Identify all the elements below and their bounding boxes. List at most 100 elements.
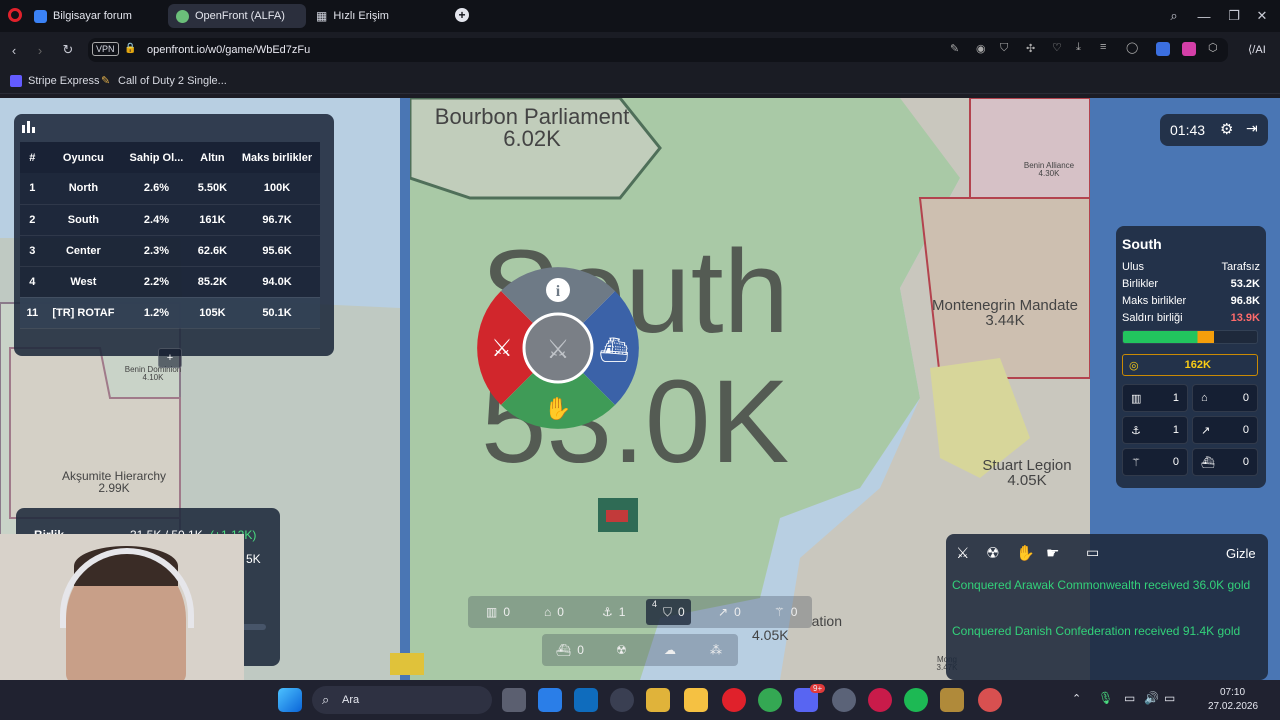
filter-attack-icon[interactable]: ⚔ bbox=[956, 544, 969, 562]
clock-date[interactable]: 27.02.2026 bbox=[1208, 701, 1258, 712]
reload-icon[interactable]: ↻ bbox=[58, 40, 78, 60]
extensions-icon[interactable]: ✣ bbox=[1026, 42, 1035, 55]
opera-icon[interactable] bbox=[722, 688, 746, 712]
mirv-icon: ⁂ bbox=[710, 643, 722, 657]
shield-icon[interactable]: ⛉ bbox=[1000, 42, 1008, 55]
camera-icon[interactable]: ◉ bbox=[976, 42, 986, 55]
col-player[interactable]: Oyuncu bbox=[44, 142, 123, 173]
exit-icon[interactable]: ⇥ bbox=[1246, 120, 1258, 137]
taskbar-search[interactable]: ⌕ Ara bbox=[312, 686, 492, 714]
table-row[interactable]: 2 South 2.4% 161K 96.7K bbox=[20, 204, 320, 235]
back-icon[interactable]: ‹ bbox=[4, 40, 24, 60]
task-view-icon[interactable] bbox=[502, 688, 526, 712]
opera-gx-icon[interactable] bbox=[868, 688, 892, 712]
table-row[interactable]: 1 North 2.6% 5.50K 100K bbox=[20, 173, 320, 204]
settings-icon[interactable] bbox=[832, 688, 856, 712]
boat-icon[interactable]: ⛴ bbox=[599, 336, 629, 364]
info-icon[interactable]: i bbox=[556, 283, 561, 300]
table-row-self[interactable]: 11 [TR] ROTAF 1.2% 105K 50.1K bbox=[20, 297, 320, 328]
build-sam-launcher-button[interactable]: ⚚ 0 bbox=[774, 599, 797, 625]
cell-max-troops: 50.1K bbox=[262, 306, 292, 319]
tab-hizli-erisim[interactable]: ▦ Hızlı Erişim bbox=[308, 4, 448, 28]
filter-trade-icon[interactable]: ✋ bbox=[1016, 544, 1035, 562]
url-text[interactable]: openfront.io/w0/game/WbEd7zFu bbox=[147, 44, 310, 56]
forward-icon[interactable]: › bbox=[30, 40, 50, 60]
clock-time[interactable]: 07:10 bbox=[1220, 687, 1245, 698]
tab-bilgisayar-forum[interactable]: Bilgisayar forum bbox=[26, 4, 166, 28]
game-launcher-icon[interactable] bbox=[978, 688, 1002, 712]
opera-logo-icon[interactable] bbox=[8, 8, 22, 22]
bookmark-stripe-express[interactable]: Stripe Express bbox=[28, 75, 100, 87]
build-warship-button[interactable]: ⛴ 0 bbox=[556, 637, 584, 663]
handshake-icon[interactable]: ✋ bbox=[544, 396, 571, 422]
ai-button[interactable]: ⟨/AI bbox=[1248, 43, 1266, 56]
table-row[interactable]: 3 Center 2.3% 62.6K 95.6K bbox=[20, 235, 320, 266]
media-player-icon[interactable] bbox=[610, 688, 634, 712]
game-canvas[interactable]: Bourbon Parliament 6.02K South 53.0K Ben… bbox=[0, 98, 1280, 680]
search-icon[interactable]: ⌕ bbox=[1164, 6, 1184, 26]
address-bar[interactable]: VPN 🔒 openfront.io/w0/game/WbEd7zFu ✎ ◉ … bbox=[88, 38, 1228, 62]
minimize-icon[interactable]: — bbox=[1194, 6, 1214, 26]
stat-label: Maks birlikler bbox=[1122, 294, 1187, 307]
atom-bomb-icon: ☢ bbox=[616, 643, 627, 657]
building-count: 0 bbox=[1242, 424, 1249, 436]
bookmark-call-of-duty[interactable]: Call of Duty 2 Single... bbox=[118, 75, 227, 87]
filter-alliance-icon[interactable]: ☛ bbox=[1046, 544, 1059, 562]
tab-openfront[interactable]: OpenFront (ALFA) bbox=[168, 4, 306, 28]
app-icon[interactable] bbox=[646, 688, 670, 712]
filter-nuke-icon[interactable]: ☢ bbox=[986, 544, 999, 562]
col-gold[interactable]: Altın bbox=[190, 142, 234, 173]
table-row[interactable]: 4 West 2.2% 85.2K 94.0K bbox=[20, 266, 320, 297]
cell-player: Center bbox=[65, 244, 101, 257]
extension-pink-icon[interactable] bbox=[1182, 42, 1196, 56]
sword-icon[interactable]: ⚔ bbox=[491, 334, 513, 362]
cell-owned: 2.3% bbox=[143, 244, 169, 257]
restore-icon[interactable]: ❐ bbox=[1224, 6, 1244, 26]
tray-overflow-icon[interactable]: ⌃ bbox=[1072, 692, 1081, 705]
territory-troops: 6.02K bbox=[503, 126, 561, 151]
store-icon[interactable] bbox=[538, 688, 562, 712]
download-icon[interactable]: ⤓ bbox=[1076, 41, 1081, 54]
col-max-troops[interactable]: Maks birlikler bbox=[233, 142, 320, 173]
col-owned[interactable]: Sahip Ol... bbox=[122, 142, 191, 173]
settings-gear-icon[interactable]: ⚙ bbox=[1220, 120, 1233, 138]
build-mirv-button[interactable]: ⁂ bbox=[710, 637, 722, 663]
volume-icon[interactable]: 🔊 bbox=[1144, 691, 1159, 705]
cell-rank: 11 bbox=[26, 306, 39, 319]
hide-events-button[interactable]: Gizle bbox=[1226, 546, 1256, 561]
build-city-button[interactable]: ▥ 0 bbox=[486, 599, 510, 625]
filter-chat-icon[interactable]: ▭ bbox=[1086, 544, 1099, 561]
build-missile-silo-button[interactable]: ↗ 0 bbox=[718, 599, 741, 625]
microphone-icon[interactable]: 🎙 bbox=[1098, 691, 1113, 705]
new-tab-button[interactable]: + bbox=[455, 8, 469, 22]
heart-icon[interactable]: ♡ bbox=[1052, 41, 1062, 54]
start-icon[interactable] bbox=[278, 688, 302, 712]
grid-icon: ▦ bbox=[316, 9, 328, 23]
menu-icon[interactable]: ≡ bbox=[1100, 41, 1106, 53]
radial-action-menu[interactable]: i ⚔ ⛴ ✋ ⚔ bbox=[476, 266, 640, 430]
cube-icon[interactable]: ⬡ bbox=[1208, 41, 1218, 54]
network-icon[interactable]: ▭ bbox=[1124, 691, 1135, 705]
file-explorer-icon[interactable] bbox=[684, 688, 708, 712]
vpn-badge[interactable]: VPN bbox=[92, 42, 119, 56]
build-hydrogen-bomb-button[interactable]: ☁ bbox=[664, 637, 676, 663]
territory-label-stuart: Stuart Legion 4.05K bbox=[970, 458, 1084, 488]
center-sword-icon[interactable]: ⚔ bbox=[546, 335, 569, 365]
events-panel: ⚔ ☢ ✋ ☛ ▭ Gizle Conquered Arawak Commonw… bbox=[946, 534, 1268, 680]
league-icon[interactable] bbox=[940, 688, 964, 712]
chrome-icon[interactable] bbox=[758, 688, 782, 712]
translate-icon[interactable] bbox=[1156, 42, 1170, 56]
build-defense-post-button[interactable]: 4 ⛉ 0 bbox=[646, 599, 691, 625]
edit-icon[interactable]: ✎ bbox=[950, 42, 959, 55]
leaderboard-chart-icon[interactable] bbox=[22, 120, 36, 133]
build-factory-button[interactable]: ⌂ 0 bbox=[544, 599, 564, 625]
battery-icon[interactable]: ▭ bbox=[1164, 691, 1175, 705]
cell-owned: 1.2% bbox=[143, 306, 169, 319]
spotify-icon[interactable] bbox=[904, 688, 928, 712]
build-port-button[interactable]: ⚓ 1 bbox=[602, 599, 625, 625]
close-icon[interactable]: ✕ bbox=[1252, 6, 1272, 26]
leaderboard-expand-button[interactable]: + bbox=[158, 348, 182, 368]
build-atom-bomb-button[interactable]: ☢ bbox=[616, 637, 627, 663]
outlook-icon[interactable] bbox=[574, 688, 598, 712]
account-icon[interactable]: ◯ bbox=[1126, 41, 1138, 54]
